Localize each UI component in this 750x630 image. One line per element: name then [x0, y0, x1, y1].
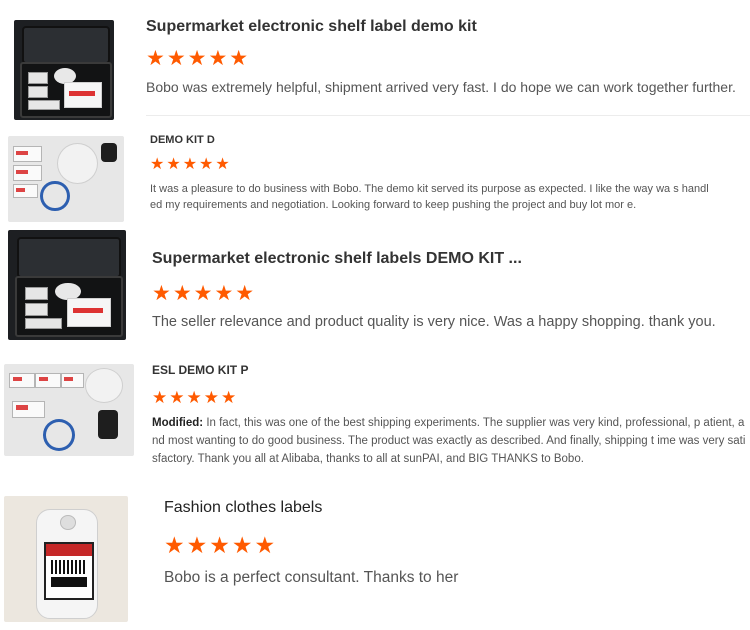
rating-stars-icon: ★★★★★	[150, 156, 232, 173]
review-text: Bobo is a perfect consultant. Thanks to …	[164, 569, 459, 586]
review-text: It was a pleasure to do business with Bo…	[150, 183, 709, 211]
review-item: Supermarket electronic shelf labels DEMO…	[0, 228, 750, 344]
product-thumbnail[interactable]	[4, 496, 128, 622]
review-title[interactable]: Supermarket electronic shelf label demo …	[146, 18, 477, 36]
review-item: Fashion clothes labels ★★★★★ Bobo is a p…	[0, 480, 750, 626]
rating-stars-icon: ★★★★★	[152, 388, 239, 407]
review-text: Modified: In fact, this was one of the b…	[152, 414, 746, 468]
rating-stars-icon: ★★★★★	[152, 282, 257, 305]
review-text: Bobo was extremely helpful, shipment arr…	[146, 79, 736, 95]
modified-label: Modified:	[152, 417, 204, 429]
divider	[146, 115, 750, 116]
review-text: The seller relevance and product quality…	[152, 314, 716, 330]
review-title[interactable]: ESL DEMO KIT P	[152, 363, 248, 377]
review-text-content: In fact, this was one of the best shippi…	[152, 417, 746, 465]
rating-stars-icon: ★★★★★	[164, 532, 278, 558]
review-item: DEMO KIT D ★★★★★ It was a pleasure to do…	[0, 120, 750, 230]
review-title[interactable]: DEMO KIT D	[150, 134, 215, 146]
rating-stars-icon: ★★★★★	[146, 47, 251, 70]
review-item: Supermarket electronic shelf label demo …	[0, 0, 750, 120]
product-thumbnail[interactable]	[8, 230, 126, 340]
product-thumbnail[interactable]	[14, 20, 114, 120]
product-thumbnail[interactable]	[4, 364, 134, 456]
review-item: ESL DEMO KIT P ★★★★★ Modified: In fact, …	[0, 344, 750, 472]
review-title[interactable]: Fashion clothes labels	[164, 499, 322, 517]
product-thumbnail[interactable]	[8, 136, 124, 222]
review-title[interactable]: Supermarket electronic shelf labels DEMO…	[152, 250, 522, 268]
